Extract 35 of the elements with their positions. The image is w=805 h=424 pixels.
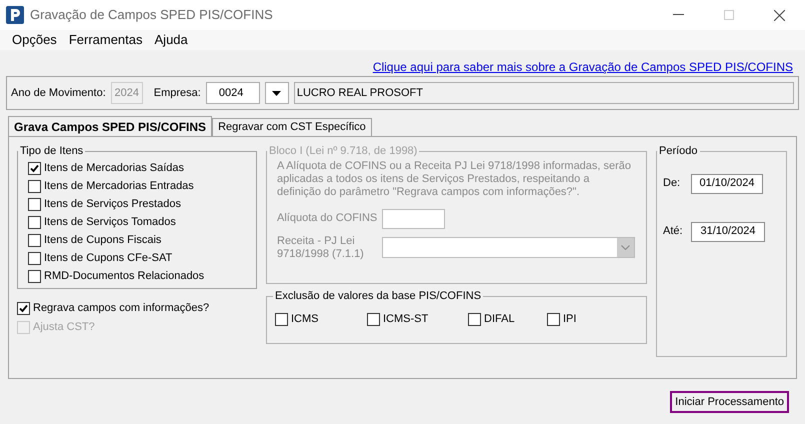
checkbox-label: Itens de Cupons CFe-SAT [44, 251, 172, 266]
checkbox-label: IPI [563, 312, 576, 328]
revenue-label: Receita - PJ Lei 9718/1998 (7.1.1) [277, 234, 365, 260]
from-label: De: [663, 176, 682, 192]
checkbox-label: Itens de Serviços Tomados [44, 215, 176, 230]
checkbox-label: Itens de Mercadorias Saídas [44, 161, 184, 176]
tab[interactable]: Grava Campos SPED PIS/COFINS [8, 116, 212, 136]
checkbox-label: Itens de Cupons Fiscais [44, 233, 162, 248]
to-date-field[interactable]: 31/10/2024 [691, 222, 765, 242]
start-processing-button[interactable]: Iniciar Processamento [670, 391, 789, 413]
tab[interactable]: Regravar com CST Específico [212, 118, 372, 136]
checkbox-label: ICMS-ST [383, 312, 428, 328]
menu-item[interactable]: Opções [6, 30, 63, 50]
company-code-field[interactable]: 0024 [206, 82, 260, 104]
to-label: Até: [663, 224, 683, 240]
window-title: Gravação de Campos SPED PIS/COFINS [30, 6, 273, 24]
group-title: Período [658, 144, 699, 159]
checkbox-label: Itens de Serviços Prestados [44, 197, 181, 212]
checkbox-label: Itens de Mercadorias Entradas [44, 179, 194, 194]
group-title: Tipo de Itens [19, 144, 84, 159]
year-label: Ano de Movimento: [11, 86, 106, 101]
help-link[interactable]: Clique aqui para saber mais sobre a Gravação de Campos SPED PIS/COFINS [372, 58, 793, 74]
from-date-field[interactable]: 01/10/2024 [691, 174, 763, 194]
checkbox-label: RMD-Documentos Relacionados [44, 269, 204, 284]
checkbox-label: ICMS [291, 312, 318, 328]
description-text: A Alíquota de COFINS ou a Receita PJ Lei 9718/1998 informadas, serão aplicadas a todos os itens de Serviços Prestados, respeitando a definição do parâmetro "Regrava campos com informações?". [277, 160, 632, 198]
menu-item[interactable]: Ajuda [148, 30, 194, 50]
group-title: Bloco I (Lei nº 9.718, de 1998) [268, 144, 418, 159]
checkbox-label: DIFAL [484, 312, 515, 328]
menu-item[interactable]: Ferramentas [62, 30, 149, 50]
company-label: Empresa: [154, 86, 201, 101]
checkbox-label: Regrava campos com informações? [33, 300, 210, 316]
group-title: Exclusão de valores da base PIS/COFINS [274, 289, 482, 304]
checkbox-label: Ajusta CST? [33, 320, 95, 335]
company-name-field: LUCRO REAL PROSOFT [294, 82, 794, 104]
